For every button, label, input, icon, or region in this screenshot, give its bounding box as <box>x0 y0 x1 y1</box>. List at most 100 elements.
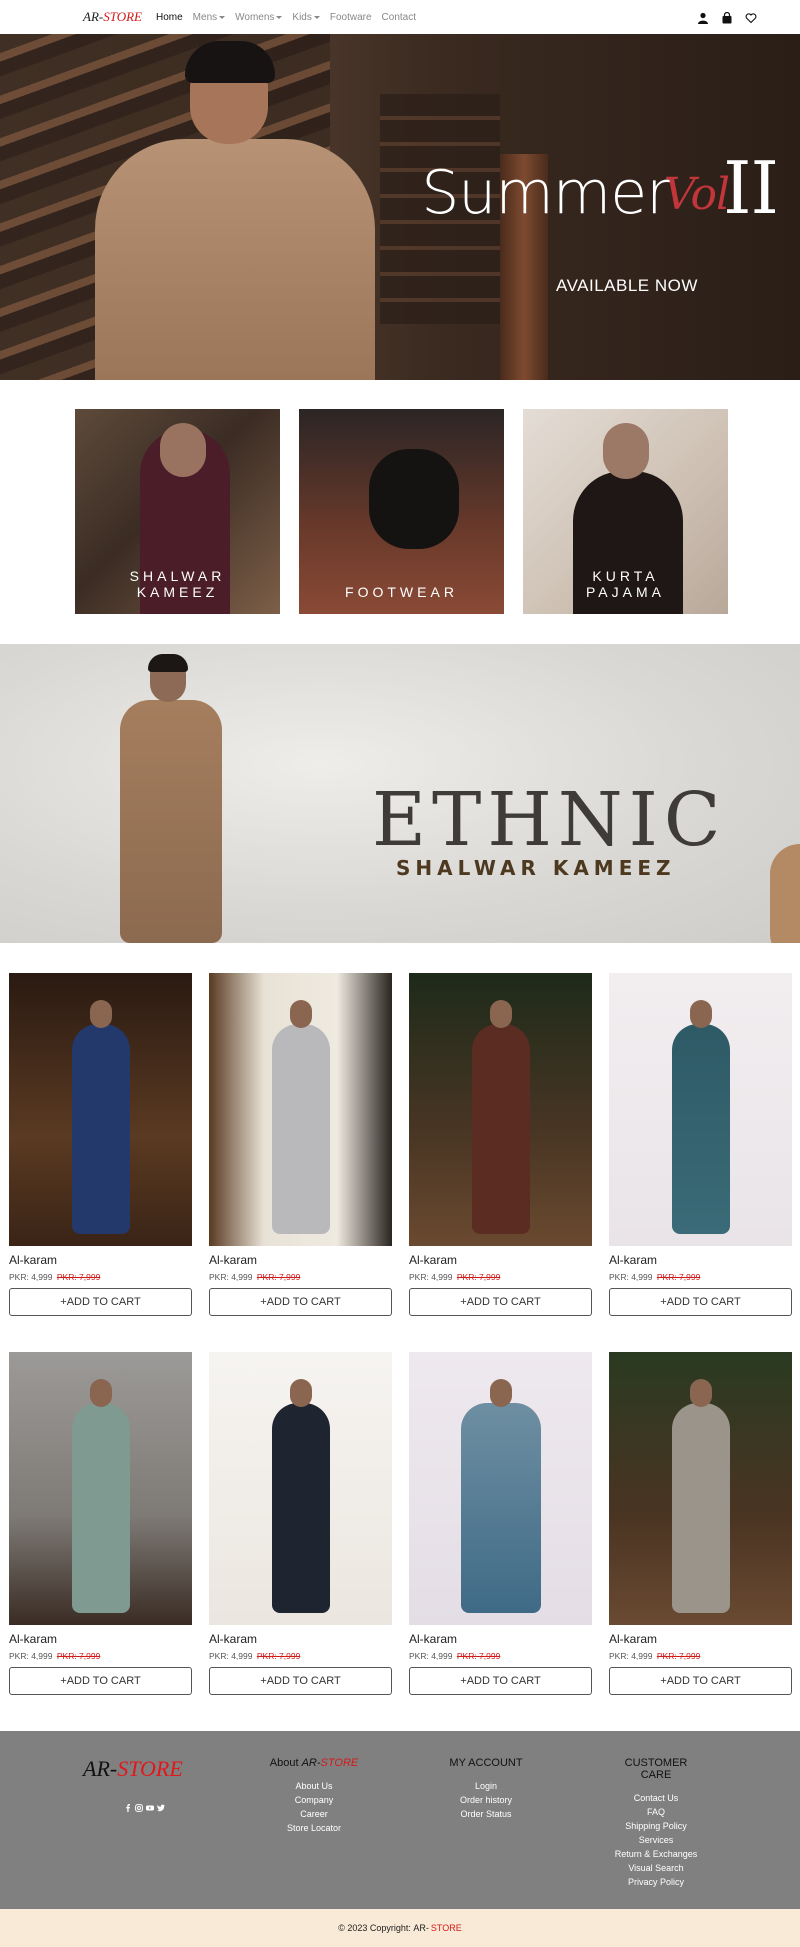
add-to-cart-button[interactable]: +ADD TO CART <box>9 1288 192 1316</box>
social-links <box>124 1799 165 1812</box>
brand-logo[interactable]: AR-STORE <box>83 9 142 25</box>
product-name[interactable]: Al-karam <box>9 1632 192 1648</box>
product-name[interactable]: Al-karam <box>409 1632 592 1648</box>
heart-icon[interactable] <box>745 11 757 24</box>
footer-link-returns[interactable]: Return & Exchanges <box>608 1847 704 1861</box>
footer-care-column: CUSTOMER CARE Contact Us FAQ Shipping Po… <box>608 1757 704 1889</box>
product-name[interactable]: Al-karam <box>9 1253 192 1269</box>
nav-icons <box>697 11 757 24</box>
product-card: Al-karam PKR: 4,999 PKR: 7,999 +ADD TO C… <box>9 973 192 1316</box>
footer-about-heading-brand-suffix: STORE <box>320 1757 359 1769</box>
product-card: Al-karam PKR: 4,999 PKR: 7,999 +ADD TO C… <box>609 1352 792 1695</box>
copyright-brand-prefix: AR- <box>413 1923 429 1933</box>
product-price-old: PKR: 7,999 <box>456 1272 501 1282</box>
product-card: Al-karam PKR: 4,999 PKR: 7,999 +ADD TO C… <box>209 973 392 1316</box>
product-image[interactable] <box>209 973 392 1246</box>
chevron-down-icon <box>276 15 283 19</box>
product-name[interactable]: Al-karam <box>209 1632 392 1648</box>
footer-about-heading: About AR-STORE <box>268 1757 360 1769</box>
product-price: PKR: 4,999 PKR: 7,999 <box>609 1651 792 1663</box>
footer-link-company[interactable]: Company <box>268 1793 360 1807</box>
category-tiles: SHALWAR KAMEEZ FOOTWEAR KURTA PAJAMA <box>75 409 728 614</box>
copyright-brand-suffix: STORE <box>430 1923 462 1933</box>
footer-link-order-history[interactable]: Order history <box>446 1793 526 1807</box>
shopping-bag-icon[interactable] <box>721 11 733 24</box>
category-footwear[interactable]: FOOTWEAR <box>299 409 504 614</box>
footer-account-heading: MY ACCOUNT <box>449 1757 523 1769</box>
navbar: AR-STORE Home Mens Womens Kids Footware … <box>0 0 800 34</box>
product-name[interactable]: Al-karam <box>409 1253 592 1269</box>
footer-link-store-locator[interactable]: Store Locator <box>268 1821 360 1835</box>
product-price: PKR: 4,999 PKR: 7,999 <box>409 1272 592 1284</box>
product-price: PKR: 4,999 PKR: 7,999 <box>209 1651 392 1663</box>
ethnic-banner[interactable]: ETHNIC SHALWAR KAMEEZ <box>0 644 800 943</box>
footer-link-login[interactable]: Login <box>446 1779 526 1793</box>
product-image[interactable] <box>409 973 592 1246</box>
product-image[interactable] <box>609 973 792 1246</box>
product-image[interactable] <box>209 1352 392 1625</box>
twitter-icon[interactable] <box>157 1799 165 1812</box>
nav-womens[interactable]: Womens <box>235 12 283 23</box>
footer-about-heading-brand-prefix: AR- <box>301 1757 321 1769</box>
product-price-current: PKR: 4,999 <box>609 1651 653 1661</box>
footer-brand-logo[interactable]: AR-STORE <box>83 1756 183 1782</box>
product-price-current: PKR: 4,999 <box>409 1272 453 1282</box>
add-to-cart-button[interactable]: +ADD TO CART <box>209 1288 392 1316</box>
user-icon[interactable] <box>697 11 709 24</box>
product-name[interactable]: Al-karam <box>609 1253 792 1269</box>
category-shalwar-kameez[interactable]: SHALWAR KAMEEZ <box>75 409 280 614</box>
nav-kids[interactable]: Kids <box>292 12 320 23</box>
product-image[interactable] <box>609 1352 792 1625</box>
footer-link-privacy-policy[interactable]: Privacy Policy <box>608 1875 704 1889</box>
hero-title-roman: II <box>723 146 779 230</box>
add-to-cart-button[interactable]: +ADD TO CART <box>209 1667 392 1695</box>
youtube-icon[interactable] <box>146 1799 154 1811</box>
nav-home[interactable]: Home <box>156 12 183 23</box>
category-label: SHALWAR KAMEEZ <box>129 568 226 600</box>
category-shoe <box>369 449 459 549</box>
category-kurta-pajama[interactable]: KURTA PAJAMA <box>523 409 728 614</box>
add-to-cart-button[interactable]: +ADD TO CART <box>9 1667 192 1695</box>
footer-link-order-status[interactable]: Order Status <box>446 1807 526 1821</box>
product-name[interactable]: Al-karam <box>609 1632 792 1648</box>
product-grid-row-2: Al-karam PKR: 4,999 PKR: 7,999 +ADD TO C… <box>9 1352 792 1695</box>
product-image[interactable] <box>9 1352 192 1625</box>
footer-account-column: MY ACCOUNT Login Order history Order Sta… <box>446 1757 526 1821</box>
product-price-current: PKR: 4,999 <box>9 1651 53 1661</box>
footer-link-contact-us[interactable]: Contact Us <box>608 1791 704 1805</box>
facebook-icon[interactable] <box>124 1799 132 1812</box>
product-price-old: PKR: 7,999 <box>256 1651 301 1661</box>
product-price: PKR: 4,999 PKR: 7,999 <box>409 1651 592 1663</box>
instagram-icon[interactable] <box>135 1799 143 1812</box>
nav-footware[interactable]: Footware <box>330 12 372 23</box>
brand-prefix: AR- <box>83 9 104 24</box>
copyright-bar: © 2023 Copyright: AR- STORE <box>0 1909 800 1947</box>
product-image[interactable] <box>409 1352 592 1625</box>
nav-home-label: Home <box>155 11 183 23</box>
footer-link-about-us[interactable]: About Us <box>268 1779 360 1793</box>
product-image[interactable] <box>9 973 192 1246</box>
footer-link-visual-search[interactable]: Visual Search <box>608 1861 704 1875</box>
nav-mens[interactable]: Mens <box>193 12 226 23</box>
footer-care-heading: CUSTOMER CARE <box>624 1757 688 1781</box>
add-to-cart-button[interactable]: +ADD TO CART <box>409 1667 592 1695</box>
add-to-cart-button[interactable]: +ADD TO CART <box>409 1288 592 1316</box>
product-name[interactable]: Al-karam <box>209 1253 392 1269</box>
hero-title: SummerVolII <box>421 146 779 230</box>
add-to-cart-button[interactable]: +ADD TO CART <box>609 1288 792 1316</box>
product-price-old: PKR: 7,999 <box>456 1651 501 1661</box>
footer-link-faq[interactable]: FAQ <box>608 1805 704 1819</box>
footer: AR-STORE About AR-STORE About Us Company… <box>0 1731 800 1909</box>
chevron-down-icon <box>219 15 226 19</box>
footer-link-career[interactable]: Career <box>268 1807 360 1821</box>
hero-banner[interactable]: SummerVolII AVAILABLE NOW <box>0 34 800 380</box>
brand-suffix: STORE <box>103 9 142 24</box>
footer-brand-suffix: STORE <box>117 1756 183 1781</box>
product-card: Al-karam PKR: 4,999 PKR: 7,999 +ADD TO C… <box>9 1352 192 1695</box>
add-to-cart-button[interactable]: +ADD TO CART <box>609 1667 792 1695</box>
footer-link-shipping-policy[interactable]: Shipping Policy <box>608 1819 704 1833</box>
footer-link-services[interactable]: Services <box>608 1833 704 1847</box>
product-card: Al-karam PKR: 4,999 PKR: 7,999 +ADD TO C… <box>609 973 792 1316</box>
nav-contact[interactable]: Contact <box>382 12 416 23</box>
product-price-old: PKR: 7,999 <box>56 1651 101 1661</box>
